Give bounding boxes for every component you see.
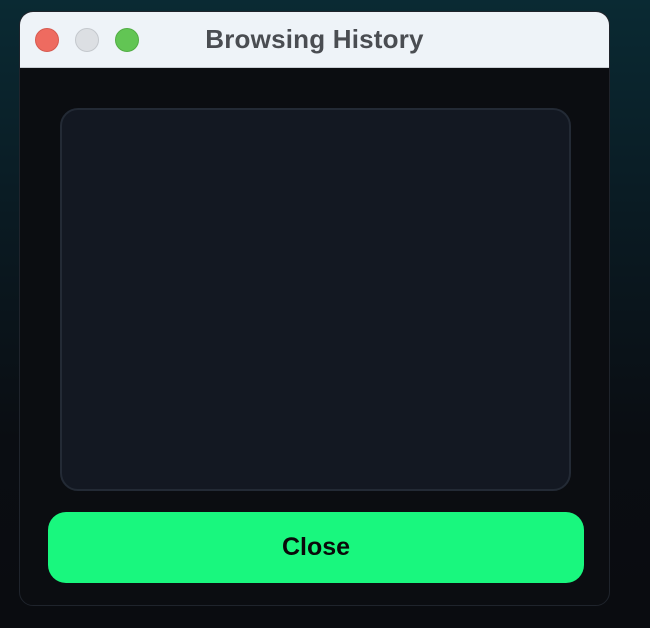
window-titlebar[interactable]: Browsing History xyxy=(20,12,609,68)
browsing-history-window: Browsing History Close xyxy=(19,11,610,606)
close-button[interactable]: Close xyxy=(48,512,584,583)
window-title: Browsing History xyxy=(205,24,424,54)
history-list-panel[interactable] xyxy=(60,108,571,491)
